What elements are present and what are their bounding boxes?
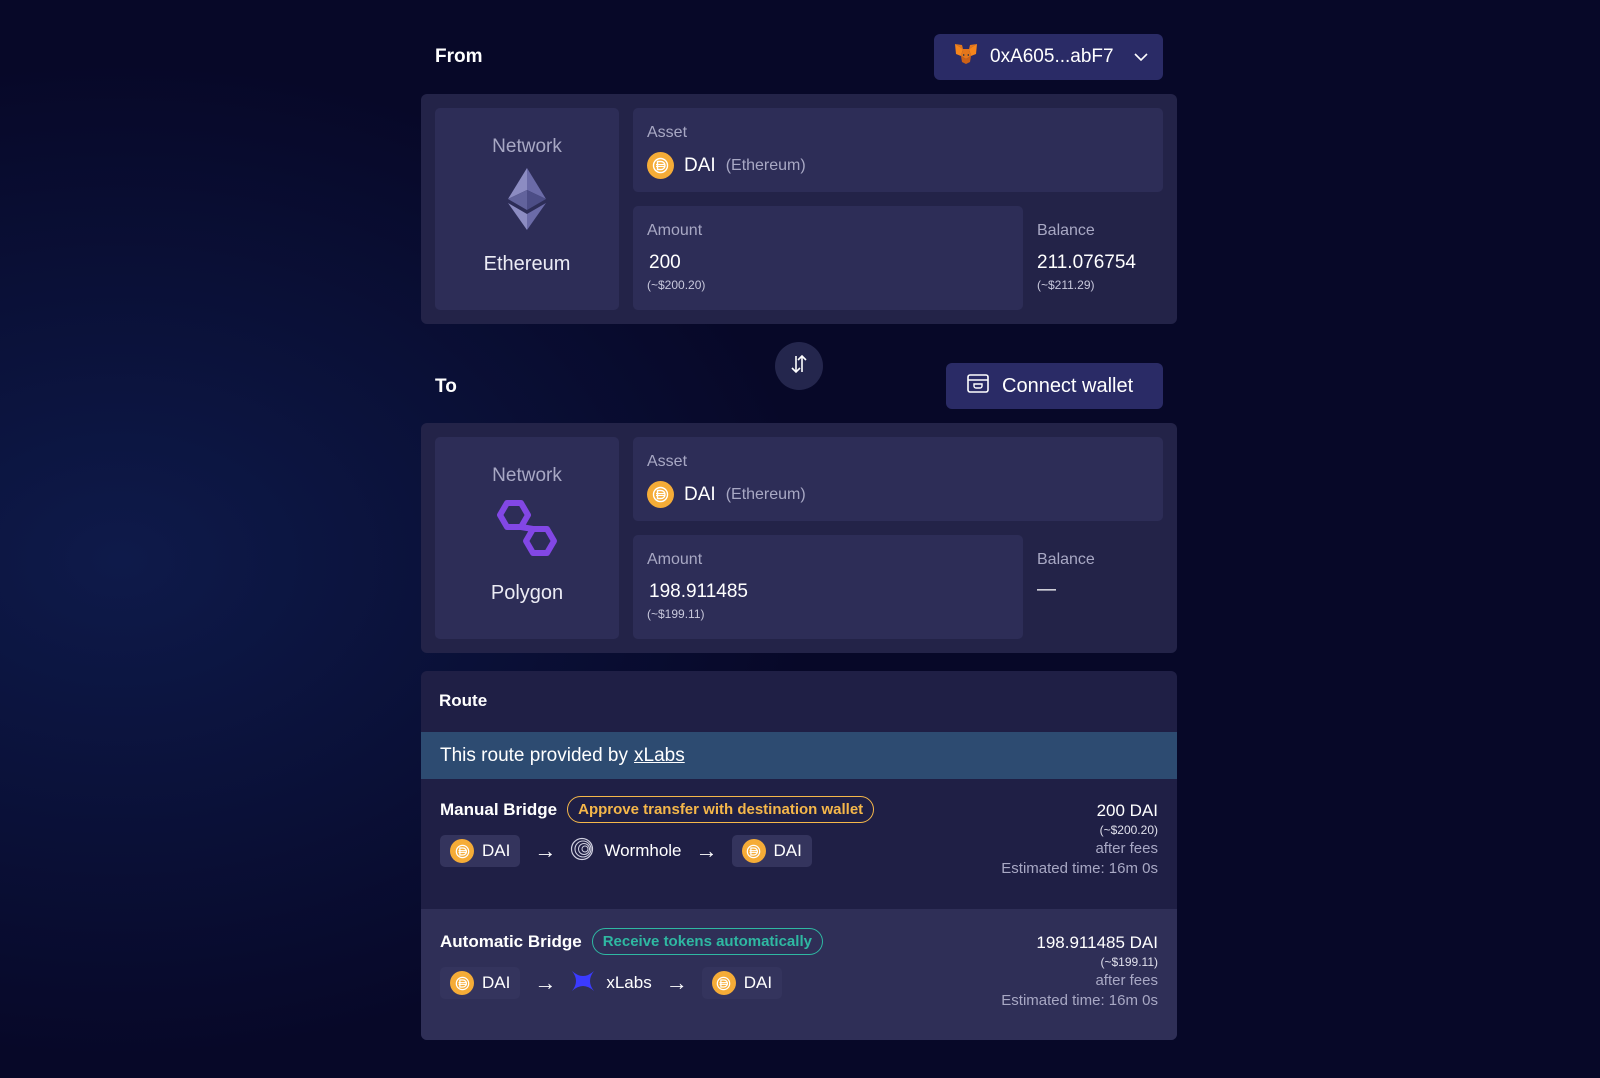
- amount-value[interactable]: 200: [649, 252, 681, 274]
- swap-arrows-icon: [789, 353, 809, 380]
- route-option-summary: 198.911485 DAI (~$199.11) after fees Est…: [1001, 933, 1158, 1009]
- from-network-selector[interactable]: Network Ethereum: [435, 108, 619, 310]
- polygon-icon: [493, 499, 561, 562]
- from-asset-selector[interactable]: Asset DAI (Ethereum): [633, 108, 1163, 192]
- amount-usd: (~$199.11): [647, 607, 705, 621]
- route-path-token: DAI: [731, 835, 812, 867]
- route-path-bridge: xLabs: [570, 969, 652, 998]
- arrow-right-icon: →: [695, 838, 718, 863]
- dai-icon: [741, 839, 766, 863]
- amount-label: Amount: [647, 222, 703, 239]
- route-option-automatic-bridge[interactable]: Automatic Bridge Receive tokens automati…: [421, 909, 1177, 1040]
- from-amount-field[interactable]: Amount 200 (~$200.20): [633, 206, 1023, 310]
- route-path: DAI → Wormhole → DAI: [440, 835, 812, 867]
- network-label: Network: [492, 136, 562, 157]
- route-option-fees: after fees: [1095, 840, 1158, 857]
- route-path-token: DAI: [440, 967, 521, 999]
- route-path-token-label: DAI: [743, 973, 773, 992]
- route-option-amount: 198.911485 DAI: [1036, 933, 1158, 952]
- connect-wallet-label: Connect wallet: [1002, 374, 1134, 397]
- network-name: Ethereum: [483, 253, 571, 275]
- balance-value: —: [1037, 579, 1056, 600]
- wormhole-icon: [570, 837, 594, 866]
- asset-label: Asset: [647, 124, 688, 141]
- route-path-token-label: DAI: [482, 973, 511, 992]
- wallet-icon: [966, 372, 990, 400]
- route-path-token: DAI: [701, 967, 783, 999]
- asset-symbol: DAI: [684, 483, 716, 505]
- route-option-name: Manual Bridge: [440, 799, 558, 819]
- route-option-usd: (~$199.11): [1100, 955, 1159, 969]
- provider-text: This route provided by: [440, 744, 628, 766]
- network-name: Polygon: [490, 582, 564, 604]
- balance-value: 211.076754: [1037, 252, 1136, 273]
- route-title: Route: [439, 691, 488, 710]
- route-option-amount: 200 DAI: [1096, 801, 1158, 820]
- from-panel: Network Ethereum Asset DAI (Ethereum) Am…: [421, 94, 1177, 324]
- route-option-eta: Estimated time: 16m 0s: [1001, 860, 1158, 877]
- asset-chain: (Ethereum): [725, 156, 806, 174]
- route-option-eta: Estimated time: 16m 0s: [1001, 992, 1158, 1009]
- dai-icon: [711, 971, 736, 995]
- asset-symbol: DAI: [684, 154, 716, 176]
- route-path-bridge: Wormhole: [570, 837, 682, 866]
- to-title: To: [435, 376, 457, 397]
- route-path-bridge-label: xLabs: [606, 973, 652, 992]
- wallet-address: 0xA605...abF7: [990, 46, 1114, 67]
- asset-label: Asset: [647, 453, 688, 470]
- dai-icon: [647, 152, 674, 179]
- chevron-down-icon: [1133, 46, 1149, 68]
- dai-icon: [450, 839, 474, 863]
- route-option-usd: (~$200.20): [1099, 823, 1158, 837]
- amount-usd: (~$200.20): [647, 278, 706, 292]
- arrow-right-icon: →: [534, 970, 557, 995]
- amount-value: 198.911485: [649, 581, 748, 602]
- arrow-right-icon: →: [665, 970, 688, 995]
- from-title: From: [435, 46, 483, 67]
- route-option-name: Automatic Bridge: [440, 931, 582, 951]
- route-path-token-label: DAI: [482, 841, 511, 860]
- wallet-selector-button[interactable]: 0xA605...abF7: [934, 34, 1163, 80]
- to-amount-field: Amount 198.911485 (~$199.11): [633, 535, 1023, 639]
- provider-link[interactable]: xLabs: [634, 745, 685, 767]
- xlabs-icon: [570, 969, 596, 998]
- dai-icon: [450, 971, 474, 995]
- route-path: DAI → xLabs → DAI: [440, 967, 783, 999]
- to-panel: Network Polygon Asset DAI (Ethereum) Amo…: [421, 423, 1177, 653]
- route-provider-banner: This route provided by xLabs: [421, 732, 1177, 779]
- to-network-selector[interactable]: Network Polygon: [435, 437, 619, 639]
- route-panel: Route This route provided by xLabs Manua…: [421, 671, 1177, 1040]
- connect-wallet-button[interactable]: Connect wallet: [946, 363, 1163, 409]
- route-option-manual-bridge[interactable]: Manual Bridge Approve transfer with dest…: [421, 779, 1177, 909]
- route-path-token-label: DAI: [773, 841, 802, 860]
- route-option-badge: Receive tokens automatically: [591, 928, 823, 955]
- route-path-token: DAI: [440, 835, 521, 867]
- network-label: Network: [492, 465, 562, 486]
- route-path-bridge-label: Wormhole: [604, 841, 682, 860]
- route-option-summary: 200 DAI (~$200.20) after fees Estimated …: [1001, 801, 1158, 877]
- dai-icon: [647, 481, 674, 508]
- swap-direction-button[interactable]: [775, 342, 823, 390]
- balance-label: Balance: [1037, 551, 1095, 568]
- arrow-right-icon: →: [534, 838, 557, 863]
- metamask-fox-icon: [954, 43, 978, 71]
- asset-chain: (Ethereum): [725, 485, 806, 503]
- route-option-fees: after fees: [1095, 972, 1158, 989]
- balance-label: Balance: [1037, 222, 1095, 239]
- balance-usd: (~$211.29): [1037, 278, 1095, 292]
- ethereum-icon: [508, 168, 546, 235]
- amount-label: Amount: [647, 551, 703, 568]
- to-asset-selector[interactable]: Asset DAI (Ethereum): [633, 437, 1163, 521]
- route-option-badge: Approve transfer with destination wallet: [567, 796, 875, 823]
